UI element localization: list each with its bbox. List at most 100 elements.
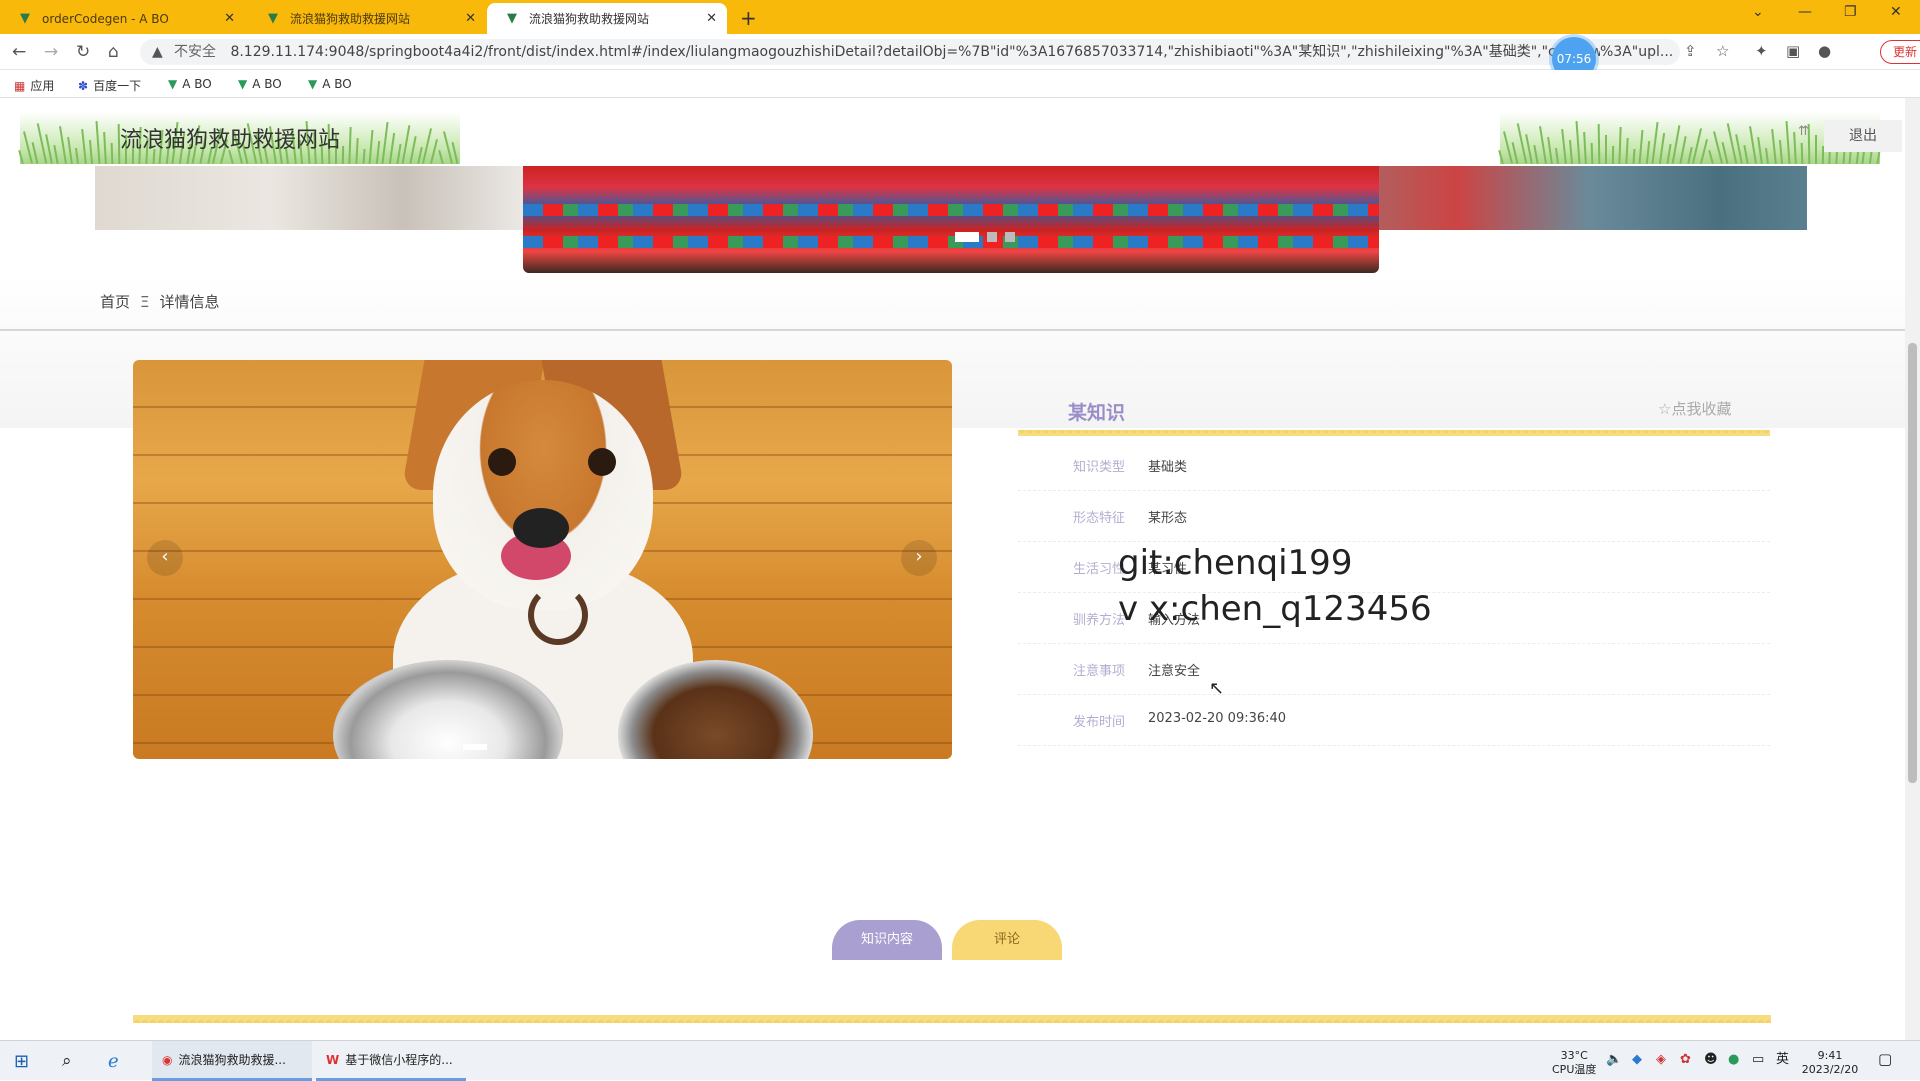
volume-icon[interactable]: 🔈 — [1606, 1053, 1622, 1067]
extensions-icon[interactable]: ✦ — [1755, 42, 1768, 60]
taskbar-app-label: 基于微信小程序的... — [345, 1053, 453, 1067]
close-window-button[interactable]: ✕ — [1890, 4, 1902, 20]
detail-row: 注意事项 注意安全 — [1018, 644, 1770, 695]
cpu-temp-label: CPU温度 — [1552, 1063, 1597, 1076]
gallery-indicator[interactable] — [463, 744, 487, 750]
favorite-button[interactable]: ☆点我收藏 — [1658, 398, 1731, 419]
detail-row: 发布时间 2023-02-20 09:36:40 — [1018, 695, 1770, 746]
grass-blade — [1708, 149, 1714, 165]
grass-blade — [81, 128, 87, 165]
bookmark-label: 应用 — [30, 79, 55, 93]
tab-comments[interactable]: 评论 — [952, 920, 1062, 960]
carousel-dot[interactable] — [1005, 232, 1015, 242]
tray-icon[interactable]: ◆ — [1632, 1053, 1642, 1067]
grass-blade — [18, 149, 24, 165]
close-icon[interactable]: ✕ — [465, 11, 476, 26]
field-value: 基础类 — [1148, 460, 1188, 475]
scrollbar-thumb[interactable] — [1908, 343, 1917, 783]
ime-indicator[interactable]: 英 — [1776, 1053, 1789, 1067]
grass-blade — [1568, 139, 1574, 165]
notification-icon[interactable]: ▢ — [1878, 1052, 1892, 1067]
clock-time: 9:41 — [1817, 1049, 1843, 1062]
browser-tab-active[interactable]: ▼ 流浪猫狗救助救援网站 ✕ — [487, 3, 727, 34]
grass-blade — [1800, 142, 1804, 165]
url-text: 8.129.11.174:9048/springboot4a4i2/front/… — [230, 44, 1612, 60]
logout-button[interactable]: 退出 — [1824, 120, 1902, 152]
banner-pattern — [523, 204, 1379, 216]
grass-blade — [1516, 123, 1528, 164]
cpu-temp: 33°C CPU温度 — [1552, 1049, 1596, 1077]
restore-button[interactable]: ❐ — [1844, 4, 1857, 20]
browser-tab[interactable]: ▼ orderCodegen - A BO ✕ — [0, 3, 245, 34]
warning-icon: ▲ — [152, 44, 163, 60]
carousel-dot[interactable] — [987, 232, 997, 242]
minimize-button[interactable]: — — [1798, 4, 1812, 20]
gallery-next-button[interactable]: › — [901, 540, 937, 576]
tab-search-icon[interactable]: ⌄ — [1752, 4, 1764, 20]
ie-browser-icon[interactable]: ℯ — [108, 1041, 119, 1081]
windows-start-icon[interactable]: ⊞ — [14, 1041, 29, 1081]
grass-blade — [1749, 126, 1757, 164]
breadcrumb-home[interactable]: 首页 — [100, 293, 130, 311]
grass-blade — [1597, 123, 1601, 165]
tab-knowledge-content[interactable]: 知识内容 — [832, 920, 942, 960]
grass-blade — [451, 142, 459, 164]
breadcrumb: 首页 Ξ 详情信息 — [100, 291, 220, 312]
browser-tab[interactable]: ▼ 流浪猫狗救助救援网站 ✕ — [248, 3, 486, 34]
new-tab-button[interactable]: + — [740, 6, 757, 30]
grass-blade — [95, 120, 101, 165]
taskbar-app-chrome[interactable]: ◉ 流浪猫狗救助救援... — [152, 1041, 312, 1081]
bookmark-abo[interactable]: ▼ A BO — [168, 77, 212, 91]
network-icon[interactable]: ▭ — [1752, 1053, 1764, 1067]
search-icon[interactable]: ⌕ — [62, 1041, 72, 1081]
tray-icon[interactable]: ◈ — [1656, 1053, 1666, 1067]
site-title: 流浪猫狗救助救援网站 — [120, 128, 341, 153]
carousel-slide-next[interactable] — [1370, 166, 1807, 230]
grass-blade — [1743, 144, 1749, 165]
field-label: 发布时间 — [1073, 715, 1126, 730]
close-icon[interactable]: ✕ — [706, 11, 717, 26]
share-icon[interactable]: ⇪ — [1684, 42, 1697, 60]
update-button[interactable]: 更新 ⋮ — [1880, 40, 1920, 64]
grass-blade — [1533, 144, 1539, 165]
profile-icon[interactable]: ● — [1818, 42, 1831, 60]
bookmark-baidu[interactable]: ✽ 百度一下 — [78, 77, 141, 94]
field-label: 形态特征 — [1073, 511, 1126, 526]
carousel-slide-prev[interactable] — [95, 166, 535, 230]
forward-icon[interactable]: → — [44, 42, 58, 62]
carousel-dot[interactable] — [955, 232, 979, 242]
sidepanel-icon[interactable]: ▣ — [1786, 42, 1800, 60]
gallery-prev-button[interactable]: ‹ — [147, 540, 183, 576]
bookmark-label: A BO — [182, 77, 212, 91]
grass-blade — [31, 142, 39, 164]
carousel-slide-current[interactable] — [523, 166, 1379, 273]
grass-blade — [110, 142, 114, 165]
grass-blade — [1539, 126, 1547, 164]
bookmark-star-icon[interactable]: ☆ — [1716, 42, 1729, 60]
taskbar-app-wps[interactable]: W 基于微信小程序的... — [316, 1041, 466, 1081]
grass-blade — [1645, 140, 1651, 165]
scroll-top-icon[interactable]: ⇈ — [1798, 124, 1809, 139]
bookmark-abo[interactable]: ▼ A BO — [238, 77, 282, 91]
grass-blade — [401, 125, 411, 164]
browser-toolbar: ← → ↻ ⌂ ▲ 不安全 8.129.11.174:9048/springbo… — [0, 34, 1920, 70]
grass-blade — [1611, 145, 1615, 165]
bookmark-abo[interactable]: ▼ A BO — [308, 77, 352, 91]
wps-icon: W — [326, 1052, 340, 1067]
grass-blade — [1618, 126, 1622, 165]
grass-blade — [1765, 147, 1769, 165]
zigzag-divider — [133, 1015, 1771, 1023]
bookmark-apps[interactable]: ▦ 应用 — [14, 77, 54, 94]
back-icon[interactable]: ← — [12, 42, 26, 62]
tray-icon[interactable]: ✿ — [1680, 1053, 1691, 1067]
qq-icon[interactable]: ☻ — [1704, 1053, 1718, 1067]
grass-blade — [1561, 128, 1567, 165]
page-scrollbar[interactable] — [1905, 98, 1920, 1040]
close-icon[interactable]: ✕ — [224, 11, 235, 26]
address-bar[interactable]: ▲ 不安全 8.129.11.174:9048/springboot4a4i2/… — [140, 39, 1680, 65]
clock[interactable]: 9:41 2023/2/20 — [1800, 1049, 1860, 1077]
home-icon[interactable]: ⌂ — [108, 42, 119, 62]
grass-blade — [23, 131, 33, 164]
reload-icon[interactable]: ↻ — [76, 42, 90, 62]
wechat-icon[interactable]: ● — [1728, 1053, 1739, 1067]
